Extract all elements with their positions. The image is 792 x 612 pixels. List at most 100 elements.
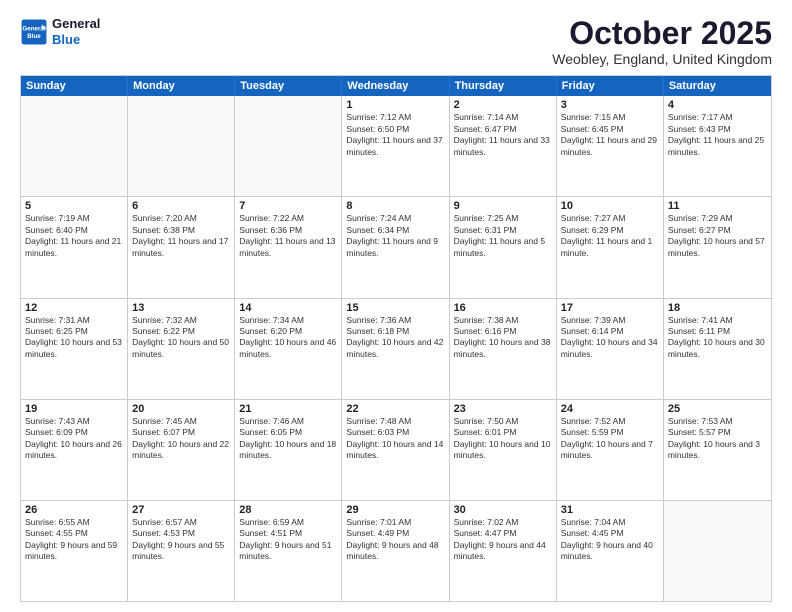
calendar-row-1: 1Sunrise: 7:12 AM Sunset: 6:50 PM Daylig… bbox=[21, 96, 771, 196]
day-details: Sunrise: 6:55 AM Sunset: 4:55 PM Dayligh… bbox=[25, 517, 123, 563]
day-number: 24 bbox=[561, 403, 659, 415]
day-details: Sunrise: 7:48 AM Sunset: 6:03 PM Dayligh… bbox=[346, 416, 444, 462]
day-number: 17 bbox=[561, 302, 659, 314]
day-cell-20: 20Sunrise: 7:45 AM Sunset: 6:07 PM Dayli… bbox=[128, 400, 235, 500]
header: General Blue General Blue October 2025 W… bbox=[20, 16, 772, 67]
day-cell-23: 23Sunrise: 7:50 AM Sunset: 6:01 PM Dayli… bbox=[450, 400, 557, 500]
day-cell-3: 3Sunrise: 7:15 AM Sunset: 6:45 PM Daylig… bbox=[557, 96, 664, 196]
day-cell-27: 27Sunrise: 6:57 AM Sunset: 4:53 PM Dayli… bbox=[128, 501, 235, 601]
day-cell-10: 10Sunrise: 7:27 AM Sunset: 6:29 PM Dayli… bbox=[557, 197, 664, 297]
day-number: 18 bbox=[668, 302, 767, 314]
location-subtitle: Weobley, England, United Kingdom bbox=[552, 51, 772, 67]
day-number: 16 bbox=[454, 302, 552, 314]
day-of-week-sunday: Sunday bbox=[21, 76, 128, 96]
day-number: 3 bbox=[561, 99, 659, 111]
calendar-row-3: 12Sunrise: 7:31 AM Sunset: 6:25 PM Dayli… bbox=[21, 298, 771, 399]
day-of-week-saturday: Saturday bbox=[664, 76, 771, 96]
day-cell-17: 17Sunrise: 7:39 AM Sunset: 6:14 PM Dayli… bbox=[557, 299, 664, 399]
day-of-week-thursday: Thursday bbox=[450, 76, 557, 96]
day-details: Sunrise: 7:52 AM Sunset: 5:59 PM Dayligh… bbox=[561, 416, 659, 462]
empty-cell bbox=[235, 96, 342, 196]
day-details: Sunrise: 7:22 AM Sunset: 6:36 PM Dayligh… bbox=[239, 213, 337, 259]
day-cell-22: 22Sunrise: 7:48 AM Sunset: 6:03 PM Dayli… bbox=[342, 400, 449, 500]
day-details: Sunrise: 7:02 AM Sunset: 4:47 PM Dayligh… bbox=[454, 517, 552, 563]
day-number: 22 bbox=[346, 403, 444, 415]
day-details: Sunrise: 7:38 AM Sunset: 6:16 PM Dayligh… bbox=[454, 315, 552, 361]
day-details: Sunrise: 7:39 AM Sunset: 6:14 PM Dayligh… bbox=[561, 315, 659, 361]
calendar-row-4: 19Sunrise: 7:43 AM Sunset: 6:09 PM Dayli… bbox=[21, 399, 771, 500]
calendar-body: 1Sunrise: 7:12 AM Sunset: 6:50 PM Daylig… bbox=[21, 96, 771, 601]
day-number: 19 bbox=[25, 403, 123, 415]
day-details: Sunrise: 7:25 AM Sunset: 6:31 PM Dayligh… bbox=[454, 213, 552, 259]
title-block: October 2025 Weobley, England, United Ki… bbox=[552, 16, 772, 67]
day-number: 9 bbox=[454, 200, 552, 212]
day-number: 8 bbox=[346, 200, 444, 212]
month-title: October 2025 bbox=[552, 16, 772, 51]
day-details: Sunrise: 7:46 AM Sunset: 6:05 PM Dayligh… bbox=[239, 416, 337, 462]
day-cell-16: 16Sunrise: 7:38 AM Sunset: 6:16 PM Dayli… bbox=[450, 299, 557, 399]
day-number: 15 bbox=[346, 302, 444, 314]
calendar-row-5: 26Sunrise: 6:55 AM Sunset: 4:55 PM Dayli… bbox=[21, 500, 771, 601]
logo-icon: General Blue bbox=[20, 18, 48, 46]
day-cell-6: 6Sunrise: 7:20 AM Sunset: 6:38 PM Daylig… bbox=[128, 197, 235, 297]
day-details: Sunrise: 6:57 AM Sunset: 4:53 PM Dayligh… bbox=[132, 517, 230, 563]
empty-cell bbox=[128, 96, 235, 196]
day-cell-30: 30Sunrise: 7:02 AM Sunset: 4:47 PM Dayli… bbox=[450, 501, 557, 601]
day-cell-18: 18Sunrise: 7:41 AM Sunset: 6:11 PM Dayli… bbox=[664, 299, 771, 399]
day-details: Sunrise: 7:19 AM Sunset: 6:40 PM Dayligh… bbox=[25, 213, 123, 259]
day-details: Sunrise: 7:29 AM Sunset: 6:27 PM Dayligh… bbox=[668, 213, 767, 259]
day-details: Sunrise: 6:59 AM Sunset: 4:51 PM Dayligh… bbox=[239, 517, 337, 563]
day-number: 11 bbox=[668, 200, 767, 212]
day-number: 28 bbox=[239, 504, 337, 516]
day-details: Sunrise: 7:36 AM Sunset: 6:18 PM Dayligh… bbox=[346, 315, 444, 361]
day-cell-4: 4Sunrise: 7:17 AM Sunset: 6:43 PM Daylig… bbox=[664, 96, 771, 196]
day-number: 29 bbox=[346, 504, 444, 516]
day-cell-14: 14Sunrise: 7:34 AM Sunset: 6:20 PM Dayli… bbox=[235, 299, 342, 399]
day-of-week-friday: Friday bbox=[557, 76, 664, 96]
day-cell-8: 8Sunrise: 7:24 AM Sunset: 6:34 PM Daylig… bbox=[342, 197, 449, 297]
calendar: SundayMondayTuesdayWednesdayThursdayFrid… bbox=[20, 75, 772, 602]
day-cell-7: 7Sunrise: 7:22 AM Sunset: 6:36 PM Daylig… bbox=[235, 197, 342, 297]
empty-cell bbox=[21, 96, 128, 196]
page: General Blue General Blue October 2025 W… bbox=[0, 0, 792, 612]
day-number: 1 bbox=[346, 99, 444, 111]
day-number: 20 bbox=[132, 403, 230, 415]
day-cell-28: 28Sunrise: 6:59 AM Sunset: 4:51 PM Dayli… bbox=[235, 501, 342, 601]
day-details: Sunrise: 7:32 AM Sunset: 6:22 PM Dayligh… bbox=[132, 315, 230, 361]
day-cell-9: 9Sunrise: 7:25 AM Sunset: 6:31 PM Daylig… bbox=[450, 197, 557, 297]
day-number: 23 bbox=[454, 403, 552, 415]
empty-cell bbox=[664, 501, 771, 601]
day-details: Sunrise: 7:45 AM Sunset: 6:07 PM Dayligh… bbox=[132, 416, 230, 462]
day-cell-2: 2Sunrise: 7:14 AM Sunset: 6:47 PM Daylig… bbox=[450, 96, 557, 196]
day-number: 27 bbox=[132, 504, 230, 516]
day-details: Sunrise: 7:04 AM Sunset: 4:45 PM Dayligh… bbox=[561, 517, 659, 563]
day-cell-5: 5Sunrise: 7:19 AM Sunset: 6:40 PM Daylig… bbox=[21, 197, 128, 297]
day-number: 26 bbox=[25, 504, 123, 516]
day-number: 21 bbox=[239, 403, 337, 415]
day-number: 7 bbox=[239, 200, 337, 212]
day-details: Sunrise: 7:34 AM Sunset: 6:20 PM Dayligh… bbox=[239, 315, 337, 361]
day-of-week-monday: Monday bbox=[128, 76, 235, 96]
day-cell-31: 31Sunrise: 7:04 AM Sunset: 4:45 PM Dayli… bbox=[557, 501, 664, 601]
day-details: Sunrise: 7:24 AM Sunset: 6:34 PM Dayligh… bbox=[346, 213, 444, 259]
day-cell-12: 12Sunrise: 7:31 AM Sunset: 6:25 PM Dayli… bbox=[21, 299, 128, 399]
logo: General Blue General Blue bbox=[20, 16, 100, 47]
day-cell-11: 11Sunrise: 7:29 AM Sunset: 6:27 PM Dayli… bbox=[664, 197, 771, 297]
day-of-week-tuesday: Tuesday bbox=[235, 76, 342, 96]
day-cell-24: 24Sunrise: 7:52 AM Sunset: 5:59 PM Dayli… bbox=[557, 400, 664, 500]
day-details: Sunrise: 7:50 AM Sunset: 6:01 PM Dayligh… bbox=[454, 416, 552, 462]
day-number: 13 bbox=[132, 302, 230, 314]
day-of-week-wednesday: Wednesday bbox=[342, 76, 449, 96]
day-number: 12 bbox=[25, 302, 123, 314]
day-cell-29: 29Sunrise: 7:01 AM Sunset: 4:49 PM Dayli… bbox=[342, 501, 449, 601]
day-number: 25 bbox=[668, 403, 767, 415]
day-number: 30 bbox=[454, 504, 552, 516]
calendar-header: SundayMondayTuesdayWednesdayThursdayFrid… bbox=[21, 76, 771, 96]
day-details: Sunrise: 7:14 AM Sunset: 6:47 PM Dayligh… bbox=[454, 112, 552, 158]
calendar-row-2: 5Sunrise: 7:19 AM Sunset: 6:40 PM Daylig… bbox=[21, 196, 771, 297]
day-cell-13: 13Sunrise: 7:32 AM Sunset: 6:22 PM Dayli… bbox=[128, 299, 235, 399]
day-number: 4 bbox=[668, 99, 767, 111]
svg-text:Blue: Blue bbox=[27, 33, 41, 40]
day-number: 31 bbox=[561, 504, 659, 516]
day-cell-19: 19Sunrise: 7:43 AM Sunset: 6:09 PM Dayli… bbox=[21, 400, 128, 500]
